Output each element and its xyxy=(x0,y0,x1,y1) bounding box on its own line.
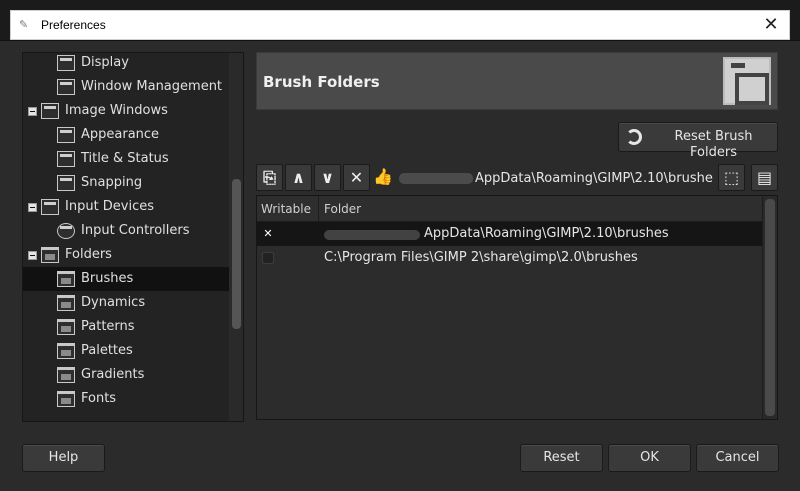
close-icon[interactable]: ✕ xyxy=(759,13,783,37)
sidebar-item-label: Gradients xyxy=(81,367,145,382)
sidebar-item-label: Brushes xyxy=(81,271,134,286)
reset-brush-folders-label: Reset Brush Folders xyxy=(674,129,753,160)
folder-list-scrollbar-thumb[interactable] xyxy=(765,199,775,416)
sidebar-item-appearance[interactable]: Appearance xyxy=(23,123,229,147)
column-folder[interactable]: Folder xyxy=(324,201,361,217)
sidebar-item-palettes[interactable]: Palettes xyxy=(23,339,229,363)
table-row[interactable]: ✕ AppData\Roaming\GIMP\2.10\brushes xyxy=(257,222,763,246)
file-chooser-icon: ▤ xyxy=(756,168,773,187)
appearance-icon xyxy=(57,127,75,143)
collapse-icon[interactable] xyxy=(28,203,37,212)
cancel-button[interactable]: Cancel xyxy=(696,444,779,472)
sidebar-item-patterns[interactable]: Patterns xyxy=(23,315,229,339)
column-writable[interactable]: Writable xyxy=(261,201,311,217)
sidebar-item-image-windows[interactable]: Image Windows xyxy=(23,99,229,123)
browse-folder-button[interactable]: ⬚ xyxy=(718,164,745,191)
open-folder-icon: ⬚ xyxy=(723,168,740,187)
reset-button[interactable]: Reset xyxy=(520,444,603,472)
table-row[interactable]: C:\Program Files\GIMP 2\share\gimp\2.0\b… xyxy=(257,246,763,270)
sidebar-item-display[interactable]: Display xyxy=(23,53,229,75)
fonts-folder-icon xyxy=(57,391,75,407)
sidebar-item-label: Snapping xyxy=(81,175,143,190)
sidebar-item-input-controllers[interactable]: Input Controllers xyxy=(23,219,229,243)
dynamics-folder-icon xyxy=(57,295,75,311)
collapse-icon[interactable] xyxy=(28,251,37,260)
folder-list-scrollbar[interactable] xyxy=(762,196,777,419)
sidebar-item-window-management[interactable]: Window Management xyxy=(23,75,229,99)
thumbs-up-icon: 👍 xyxy=(373,167,393,186)
folder-path: AppData\Roaming\GIMP\2.10\brushes xyxy=(424,226,669,241)
sidebar-item-gradients[interactable]: Gradients xyxy=(23,363,229,387)
brush-folder-icon xyxy=(723,57,771,105)
collapse-icon[interactable] xyxy=(28,107,37,116)
move-up-button[interactable]: ∧ xyxy=(285,164,312,191)
sidebar-item-label: Input Controllers xyxy=(81,223,190,238)
move-down-button[interactable]: ∨ xyxy=(314,164,341,191)
patterns-folder-icon xyxy=(57,319,75,335)
sidebar-item-label: Window Management xyxy=(81,79,223,94)
table-header: Writable Folder xyxy=(257,196,763,222)
file-chooser-button[interactable]: ▤ xyxy=(751,164,778,191)
sidebar-item-label: Image Windows xyxy=(65,103,168,118)
delete-icon: ✕ xyxy=(349,168,364,187)
brushes-folder-icon xyxy=(57,271,75,287)
image-windows-icon xyxy=(41,103,59,119)
new-folder-button[interactable]: ⎘ xyxy=(256,164,283,191)
sidebar-item-label: Folders xyxy=(65,247,112,262)
title-status-icon xyxy=(57,151,75,167)
sidebar-item-label: Fonts xyxy=(81,391,117,406)
sidebar-scrollbar[interactable] xyxy=(229,53,243,421)
sidebar-item-label: Input Devices xyxy=(65,199,155,214)
new-folder-icon: ⎘ xyxy=(263,168,276,187)
reset-brush-folders-button[interactable]: Reset Brush Folders xyxy=(618,122,778,160)
display-icon xyxy=(57,55,75,71)
sidebar-item-label: Patterns xyxy=(81,319,135,334)
gimp-icon: ✎ xyxy=(19,18,29,31)
sidebar-item-label: Palettes xyxy=(81,343,133,358)
writable-checkbox[interactable] xyxy=(262,252,274,264)
folder-path: C:\Program Files\GIMP 2\share\gimp\2.0\b… xyxy=(324,250,638,265)
help-button[interactable]: Help xyxy=(22,444,105,472)
redacted-username xyxy=(324,230,420,240)
page-header: Brush Folders xyxy=(256,52,778,110)
move-down-icon: ∨ xyxy=(321,168,334,187)
input-devices-icon xyxy=(41,199,59,215)
palettes-folder-icon xyxy=(57,343,75,359)
sidebar-item-dynamics[interactable]: Dynamics xyxy=(23,291,229,315)
window-title-area: ✎ Preferences ✕ xyxy=(10,10,790,40)
sidebar-item-folders[interactable]: Folders xyxy=(23,243,229,267)
ok-button[interactable]: OK xyxy=(608,444,691,472)
mark-writable-button[interactable]: 👍 xyxy=(372,164,394,191)
preferences-tree: Display Window Management Image Windows … xyxy=(22,52,244,422)
move-up-icon: ∧ xyxy=(292,168,305,187)
folder-list: Writable Folder ✕ AppData\Roaming\GIMP\2… xyxy=(256,195,778,420)
title-bar: ✎ Preferences ✕ xyxy=(0,0,800,41)
sidebar-scrollbar-thumb[interactable] xyxy=(232,179,241,329)
sidebar-item-snapping[interactable]: Snapping xyxy=(23,171,229,195)
page-title: Brush Folders xyxy=(263,73,380,91)
sidebar-item-label: Title & Status xyxy=(81,151,169,166)
sidebar-item-title-status[interactable]: Title & Status xyxy=(23,147,229,171)
reset-icon xyxy=(626,129,642,145)
snapping-icon xyxy=(57,175,75,191)
redacted-username xyxy=(399,173,473,184)
sidebar-item-fonts[interactable]: Fonts xyxy=(23,387,229,411)
writable-checkbox[interactable]: ✕ xyxy=(262,228,274,240)
folder-path-input[interactable]: AppData\Roaming\GIMP\2.10\brushes xyxy=(396,167,714,189)
window-title: Preferences xyxy=(41,18,106,32)
sidebar-item-input-devices[interactable]: Input Devices xyxy=(23,195,229,219)
sidebar-item-label: Display xyxy=(81,55,129,70)
column-divider xyxy=(318,196,319,222)
sidebar-item-label: Appearance xyxy=(81,127,160,142)
input-controllers-icon xyxy=(57,223,75,239)
folders-icon xyxy=(41,247,59,263)
gradients-folder-icon xyxy=(57,367,75,383)
window-management-icon xyxy=(57,79,75,95)
folder-path-text: AppData\Roaming\GIMP\2.10\brushes xyxy=(475,171,714,186)
sidebar-item-brushes[interactable]: Brushes xyxy=(23,267,229,291)
delete-folder-button[interactable]: ✕ xyxy=(343,164,370,191)
sidebar-item-label: Dynamics xyxy=(81,295,146,310)
